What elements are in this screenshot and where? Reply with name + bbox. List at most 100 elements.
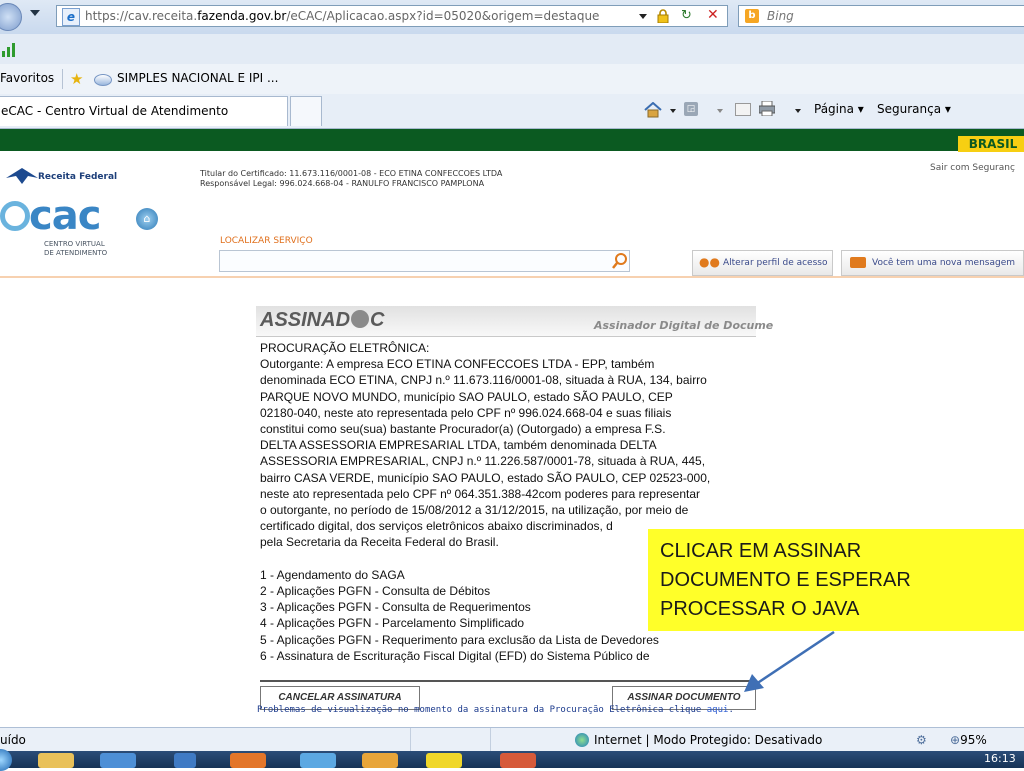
zoom-icon: ⊕ <box>950 733 961 747</box>
users-icon: ●● <box>699 255 720 269</box>
pdf-taskbar-icon[interactable] <box>500 753 536 768</box>
document-line: constitui como seu(sua) bastante Procura… <box>260 422 666 437</box>
certificate-info: Titular do Certificado: 11.673.116/0001-… <box>200 169 502 189</box>
document-line: 5 - Aplicações PGFN - Requerimento para … <box>260 632 659 647</box>
responsavel-text: Responsável Legal: 996.024.668-04 - RANU… <box>200 179 485 188</box>
favbar-divider <box>62 69 63 89</box>
change-profile-label: Alterar perfil de acesso <box>723 258 828 268</box>
zoom-value: 95% <box>960 733 987 747</box>
protected-mode-icon[interactable]: ⚙ <box>916 733 930 747</box>
lock-icon[interactable] <box>657 9 669 24</box>
firefox-taskbar-icon[interactable] <box>230 753 266 768</box>
ecac-e-mark <box>0 201 30 231</box>
document-line: bairro CASA VERDE, município SAO PAULO, … <box>260 470 711 485</box>
favorite-link-icon <box>94 74 112 86</box>
ecac-sub2: DE ATENDIMENTO <box>44 249 108 257</box>
url-path: /eCAC/Aplicacao.aspx?id=05020&origem=des… <box>286 9 600 23</box>
assinador-logo-text: ASSINAD <box>260 309 351 331</box>
document-scroll-bottom <box>260 680 754 682</box>
security-zone[interactable]: Internet | Modo Protegido: Desativado <box>594 733 822 747</box>
feeds-dropdown-icon[interactable] <box>717 109 723 113</box>
problem-text: Problemas de visualização no momento da … <box>257 705 702 715</box>
status-bar: uído Internet | Modo Protegido: Desativa… <box>0 727 1024 752</box>
assinador-logo: ASSINAD C <box>260 309 384 332</box>
address-bar-row: e https://cav.receita.fazenda.gov.br/eCA… <box>0 0 1024 35</box>
problem-notice: Problemas de visualização no momento da … <box>257 705 734 715</box>
address-field[interactable]: e https://cav.receita.fazenda.gov.br/eCA… <box>56 5 728 27</box>
explorer-taskbar-icon[interactable] <box>38 753 74 768</box>
applet-subtitle: Assinador Digital de Docume <box>594 319 774 332</box>
stop-icon[interactable]: ✕ <box>707 7 723 23</box>
service-search-icon[interactable] <box>612 253 628 269</box>
instruction-callout: CLICAR EM ASSINAR DOCUMENTO E ESPERAR PR… <box>648 529 1024 631</box>
history-dropdown-icon[interactable] <box>30 10 40 16</box>
mail-icon[interactable] <box>735 103 751 116</box>
eagle-icon <box>6 168 38 184</box>
print-icon[interactable] <box>758 100 776 117</box>
refresh-icon[interactable]: ↻ <box>681 8 699 24</box>
status-text: uído <box>0 733 26 747</box>
signer-applet: ASSINAD C Assinador Digital de Docume PRO… <box>256 306 773 718</box>
search-placeholder: Bing <box>767 9 794 23</box>
home-dropdown-icon[interactable] <box>670 109 676 113</box>
ecac-sub1: CENTRO VIRTUAL <box>44 240 105 248</box>
document-line: 02180-040, neste ato representada pelo C… <box>260 405 672 420</box>
applet-header: ASSINAD C Assinador Digital de Docume <box>256 306 773 337</box>
document-line: neste ato representada pelo CPF nº 064.3… <box>260 486 700 501</box>
signal-icon <box>2 42 18 58</box>
document-line: Outorgante: A empresa ECO ETINA CONFECCO… <box>260 357 655 372</box>
document-line: 6 - Assinatura de Escrituração Fiscal Di… <box>260 648 650 663</box>
globe-icon <box>575 733 589 747</box>
document-line: o outorgante, no período de 15/08/2012 a… <box>260 503 689 518</box>
receita-federal-text: Receita Federal <box>38 172 118 182</box>
favorite-item[interactable]: SIMPLES NACIONAL E IPI ... <box>117 71 278 85</box>
back-button[interactable] <box>0 3 22 31</box>
tab-ecac[interactable]: eCAC - Centro Virtual de Atendimento <box>0 96 288 126</box>
gov-green-band <box>0 129 1024 151</box>
problem-link[interactable]: aqui <box>707 705 729 715</box>
add-favorite-icon[interactable]: ★ <box>70 71 88 87</box>
home-round-icon[interactable]: ⌂ <box>136 208 158 230</box>
new-message-label: Você tem uma nova mensagem <box>872 258 1015 268</box>
ecac-logo-text: cac <box>29 193 101 239</box>
print-dropdown-icon[interactable] <box>795 109 801 113</box>
seal-icon <box>351 310 370 328</box>
service-search-input[interactable] <box>219 250 630 272</box>
status-divider-1 <box>410 728 411 752</box>
media-taskbar-icon[interactable] <box>174 753 196 768</box>
chrome-taskbar-icon[interactable] <box>362 753 398 768</box>
yellow-taskbar-icon[interactable] <box>426 753 462 768</box>
search-box[interactable]: b Bing <box>738 5 1024 27</box>
tab-bar: eCAC - Centro Virtual de Atendimento ◲ P… <box>0 94 1024 129</box>
address-dropdown-icon[interactable] <box>639 14 647 19</box>
new-message-button[interactable]: Você tem uma nova mensagem <box>841 250 1024 276</box>
menu-pagina-label: Página <box>814 102 854 116</box>
home-icon[interactable] <box>644 101 662 118</box>
document-line: denominada ECO ETINA, CNPJ n.º 11.673.11… <box>260 373 707 388</box>
zoom-level[interactable]: ⊕95% <box>950 733 987 747</box>
localizar-label: LOCALIZAR SERVIÇO <box>220 236 313 246</box>
menu-pagina[interactable]: Página ▾ <box>814 102 864 116</box>
feeds-icon[interactable]: ◲ <box>684 102 698 116</box>
callout-arrow <box>744 630 835 692</box>
callout-line-2: DOCUMENTO E ESPERAR <box>660 569 911 591</box>
new-tab-button[interactable] <box>290 96 322 126</box>
ie-page-icon: e <box>62 8 80 26</box>
callout-line-1: CLICAR EM ASSINAR <box>660 540 862 562</box>
favorites-button[interactable]: Favoritos <box>0 71 54 85</box>
logout-link[interactable]: Sair com Seguranç <box>930 163 1015 173</box>
problem-end: . <box>728 705 734 715</box>
document-line: ASSESSORIA EMPRESARIAL, CNPJ n.º 11.226.… <box>260 454 706 469</box>
brasil-badge[interactable]: BRASIL <box>958 136 1024 152</box>
menu-seguranca[interactable]: Segurança ▾ <box>877 102 951 116</box>
url-prefix: https://cav.receita. <box>85 9 198 23</box>
ie-taskbar-icon[interactable] <box>100 753 136 768</box>
change-profile-button[interactable]: ●● Alterar perfil de acesso <box>692 250 833 276</box>
address-url: https://cav.receita.fazenda.gov.br/eCAC/… <box>85 9 599 23</box>
titular-text: Titular do Certificado: 11.673.116/0001-… <box>200 169 503 178</box>
app-taskbar-icon[interactable] <box>300 753 336 768</box>
document-line: DELTA ASSESSORIA EMPRESARIAL LTDA, també… <box>260 438 657 453</box>
receita-federal-logo: Receita Federal <box>4 168 124 188</box>
command-row <box>0 34 1024 65</box>
clock: 16:13 <box>984 752 1016 765</box>
